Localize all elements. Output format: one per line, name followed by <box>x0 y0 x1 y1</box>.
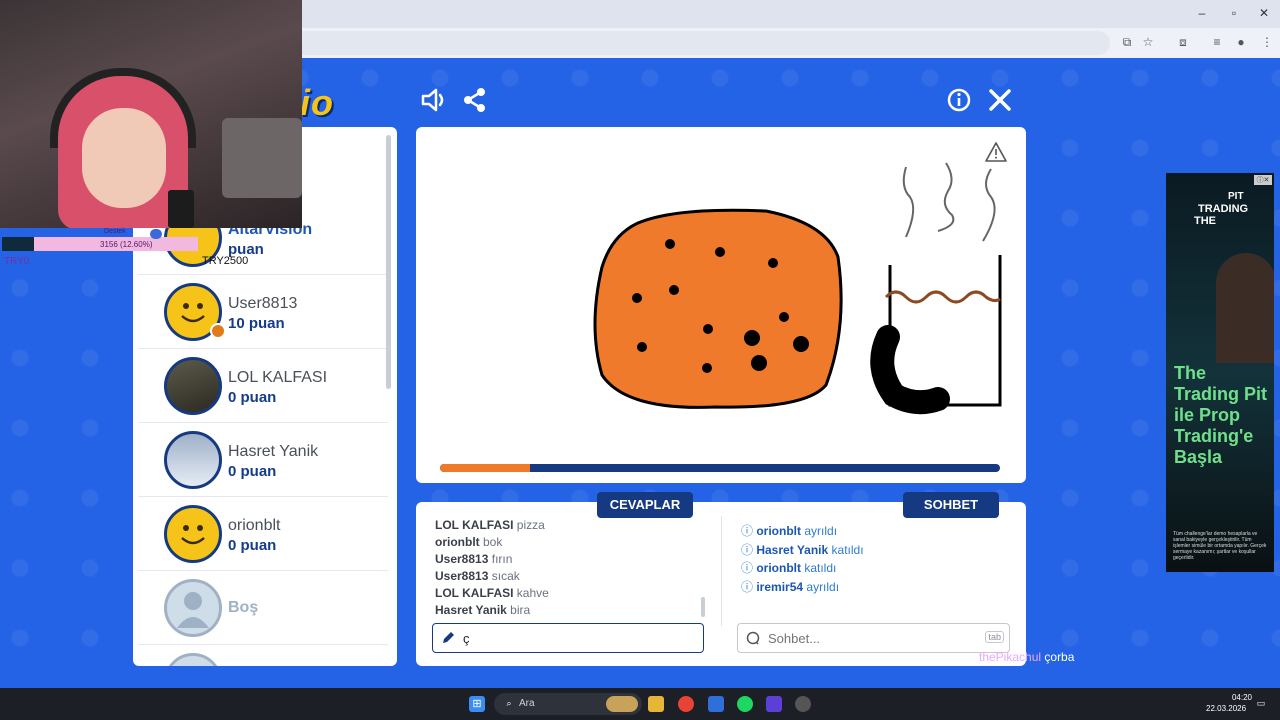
answer-line: User8813 sıcak <box>435 569 520 583</box>
player-score: 0 puan <box>228 389 277 406</box>
info-icon[interactable] <box>945 86 973 114</box>
pillow <box>222 118 302 198</box>
pencil-icon <box>443 632 454 643</box>
extensions-icon[interactable]: ⧈ <box>1176 35 1190 49</box>
browser-menu-icon[interactable]: ⋮ <box>1260 35 1274 49</box>
warrior-avatar <box>164 357 222 415</box>
donation-goal-label: Destek <box>104 228 126 235</box>
round-timer-bar <box>440 464 1000 472</box>
drawing-canvas[interactable] <box>416 127 1026 483</box>
chat-line: ⓘ Hasret Yanik katıldı <box>741 543 864 557</box>
answer-line: LOL KALFASI pizza <box>435 518 545 532</box>
search-icon: ⌕ <box>506 698 512 708</box>
report-warning-icon[interactable] <box>984 141 1008 163</box>
chat-line: ⓘ orionblt ayrıldı <box>741 524 838 538</box>
answer-field[interactable] <box>432 623 704 653</box>
chat-input[interactable] <box>768 629 968 647</box>
mail-icon[interactable] <box>708 696 724 712</box>
ad-brand-the: THE <box>1194 215 1216 227</box>
answer-line: LOL KALFASI kahve <box>435 586 549 600</box>
player-name: orionblt <box>228 517 281 534</box>
chat-line: ⓘ orionblt katıldı <box>741 561 837 575</box>
chat-bubble-icon <box>746 631 760 645</box>
answer-line: User8813 fırın <box>435 552 513 566</box>
player-score: 0 puan <box>228 463 277 480</box>
obs-icon[interactable] <box>795 696 811 712</box>
profile-icon[interactable]: ● <box>1234 35 1248 49</box>
empty-slot-label: Boş <box>228 599 259 616</box>
donation-max: TRY2500 <box>202 255 249 267</box>
drawing <box>593 162 1002 415</box>
chat-line: ⓘ iremir54 ayrıldı <box>741 580 840 594</box>
clock-time: 04:20 <box>1231 693 1252 702</box>
chrome-icon[interactable] <box>678 696 694 712</box>
answer-line: Hasret Yanik bira <box>435 603 531 617</box>
chat-tab[interactable]: SOHBET <box>903 492 999 518</box>
player-name: LOL KALFASI <box>228 369 328 386</box>
ad-brand-pit: PIT <box>1228 191 1244 202</box>
empty-avatar <box>164 653 222 666</box>
donation-goal-knob <box>150 229 162 239</box>
cup <box>168 190 194 228</box>
ad-fine-print: Tüm challenge'lar demo hesaplarla ve san… <box>1173 531 1267 561</box>
app-icon[interactable] <box>766 696 782 712</box>
player-name: User8813 <box>228 295 298 312</box>
bookmark-star-icon[interactable]: ☆ <box>1141 35 1155 49</box>
address-bar[interactable] <box>300 31 1110 55</box>
minimize-icon[interactable]: – <box>1192 6 1212 20</box>
headset <box>50 68 196 148</box>
start-menu-icon[interactable]: ⊞ <box>469 696 485 712</box>
folder-icon[interactable] <box>648 696 664 712</box>
round-timer-fill <box>440 464 530 472</box>
player-row: User8813 10 puan <box>138 275 388 349</box>
webcam-overlay <box>0 0 302 228</box>
empty-avatar <box>164 579 222 637</box>
stream-chat-overlay: thePikachul çorba <box>979 650 1075 664</box>
smiley-avatar <box>164 505 222 563</box>
chat-field[interactable]: tab <box>737 623 1010 653</box>
media-icon[interactable]: ≡ <box>1210 35 1224 49</box>
player-name: Hasret Yanik <box>228 443 319 460</box>
close-game-icon[interactable] <box>986 86 1014 114</box>
donation-min: TRY0 <box>4 256 30 267</box>
answers-scrollbar[interactable] <box>701 597 705 617</box>
tab-hint: tab <box>985 631 1004 643</box>
sound-icon[interactable] <box>420 86 448 114</box>
maximize-icon[interactable]: ▫ <box>1224 6 1244 20</box>
player-row: LOL KALFASI 0 puan <box>138 349 388 423</box>
taskbar-search-label: Ara <box>519 698 535 709</box>
answers-tab[interactable]: CEVAPLAR <box>597 492 693 518</box>
ad-close-icon[interactable]: ⓘ✕ <box>1254 175 1272 185</box>
answer-line: orionblt bok <box>435 535 503 549</box>
share-icon[interactable] <box>461 86 489 114</box>
advertisement[interactable]: ⓘ✕ PIT TRADING THE The Trading Pit ile P… <box>1166 173 1274 572</box>
ad-brand-trading: TRADING <box>1198 203 1249 215</box>
player-row-empty <box>138 645 388 666</box>
player-score: 10 puan <box>228 315 285 332</box>
player-row: orionblt 0 puan <box>138 497 388 571</box>
widgets-icon[interactable] <box>606 696 638 712</box>
spotify-icon[interactable] <box>737 696 753 712</box>
close-window-icon[interactable]: ✕ <box>1254 6 1274 20</box>
install-app-icon[interactable]: ⧉ <box>1120 35 1134 49</box>
status-dot <box>210 323 226 339</box>
clock-date: 22.03.2026 <box>1206 704 1247 713</box>
notification-icon[interactable]: ▭ <box>1256 698 1266 708</box>
player-row-empty: Boş <box>138 571 388 645</box>
panel-divider <box>721 516 722 626</box>
player-row: Hasret Yanik 0 puan <box>138 423 388 497</box>
donation-goal-text: 3156 (12.60%) <box>100 240 153 249</box>
ad-person-image <box>1216 253 1274 363</box>
players-scrollbar[interactable] <box>386 135 391 389</box>
player-score: 0 puan <box>228 537 277 554</box>
answer-input[interactable] <box>463 629 693 647</box>
game-logo: io <box>300 82 334 123</box>
silhouette-avatar <box>164 431 222 489</box>
ad-headline: The Trading Pit ile Prop Trading'e Başla <box>1174 363 1268 467</box>
donation-goal-fill <box>2 237 34 251</box>
